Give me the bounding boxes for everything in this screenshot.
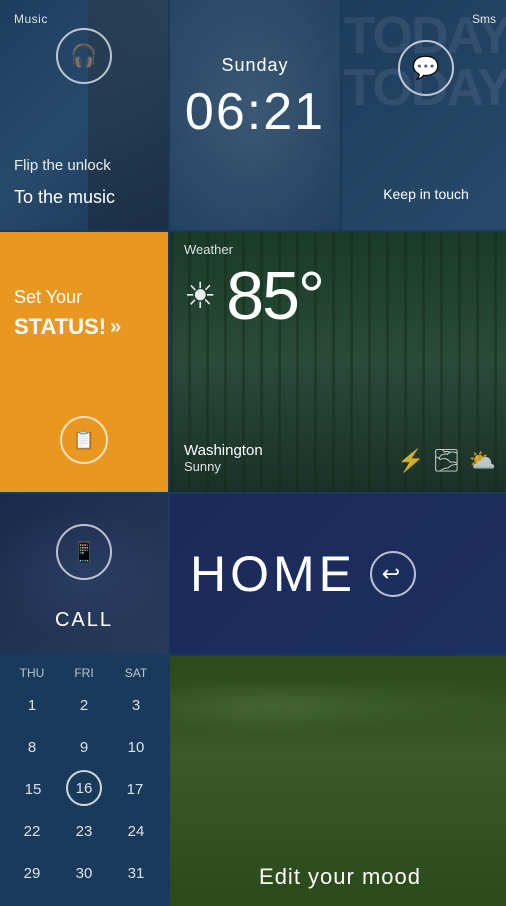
arrows-icon: »: [110, 316, 121, 339]
cal-row-1: 1 2 3: [6, 686, 162, 724]
weather-condition: Sunny: [184, 459, 263, 474]
flip-text: Flip the unlock: [14, 156, 111, 176]
col-thu: THU: [11, 666, 53, 680]
cal-cell: 10: [115, 728, 157, 766]
tile-calendar[interactable]: THU FRI SAT 1 2 3 8 9 10 15 16 17 22 23 …: [0, 656, 168, 906]
status-word: STATUS!: [14, 314, 106, 340]
sms-label: Sms: [472, 12, 496, 26]
cal-row-5: 29 30 31: [6, 854, 162, 892]
chat-icon: 💬: [412, 55, 439, 81]
cal-header: THU FRI SAT: [6, 666, 162, 680]
tile-call[interactable]: 📱 CALL: [0, 494, 168, 654]
cal-cell: 1: [11, 686, 53, 724]
to-music-text: To the music: [14, 187, 115, 208]
location-name: Washington: [184, 442, 263, 459]
home-icon-circle: ↩: [370, 551, 416, 597]
cal-row-4: 22 23 24: [6, 812, 162, 850]
nature-bg: [170, 656, 506, 756]
keep-in-touch-text: Keep in touch: [342, 186, 506, 202]
call-text: CALL: [0, 609, 168, 632]
tile-music[interactable]: Music 🎧 Flip the unlock To the music: [0, 0, 168, 230]
cal-cell: 30: [63, 854, 105, 892]
day-label: Sunday: [170, 55, 340, 76]
mood-text: Edit your mood: [170, 864, 506, 890]
main-grid: Music 🎧 Flip the unlock To the music Sun…: [0, 0, 506, 900]
col-fri: FRI: [63, 666, 105, 680]
call-icon-circle: 📱: [56, 524, 112, 580]
cal-row-3: 15 16 17: [6, 770, 162, 808]
cal-cell: 9: [63, 728, 105, 766]
phone-icon: 📱: [72, 540, 97, 565]
fog-icon: 🌫: [433, 448, 461, 474]
cal-cell: 24: [115, 812, 157, 850]
status-icon: 📋: [60, 416, 108, 464]
sms-icon: 💬: [398, 40, 454, 96]
cal-row-2: 8 9 10: [6, 728, 162, 766]
home-label: HOME: [190, 545, 356, 603]
clipboard-icon: 📋: [73, 430, 95, 451]
home-text-row: HOME ↩: [190, 545, 490, 603]
return-icon: ↩: [382, 561, 404, 587]
music-icon: 🎧: [56, 28, 112, 84]
time-label: 06:21: [170, 82, 340, 142]
status-text: STATUS! »: [14, 314, 121, 340]
temp-row: ☀ 85°: [184, 262, 496, 330]
cal-cell-today: 16: [66, 770, 102, 806]
tile-sms[interactable]: TODAYTODAY Sms 💬 Keep in touch: [342, 0, 506, 230]
cal-cell: 3: [115, 686, 157, 724]
cal-cell: 15: [12, 770, 54, 808]
cal-cell: 2: [63, 686, 105, 724]
tile-clock[interactable]: Sunday 06:21: [170, 0, 340, 230]
cal-cell: 22: [11, 812, 53, 850]
cal-cell: 29: [11, 854, 53, 892]
tile-weather[interactable]: Weather ☀ 85° Washington Sunny ⚡ 🌫 ⛅: [170, 232, 506, 492]
tile-home[interactable]: HOME ↩: [170, 494, 506, 654]
cal-cell: 17: [114, 770, 156, 808]
cal-cell: 31: [115, 854, 157, 892]
weather-icons-row: ⚡ 🌫 ⛅: [397, 448, 496, 474]
weather-label: Weather: [184, 242, 233, 257]
thunder-icon: ⚡: [397, 448, 424, 474]
music-label: Music: [14, 12, 48, 26]
location-row: Washington Sunny: [184, 442, 263, 474]
cloud-icon: ⛅: [469, 448, 496, 474]
tile-status[interactable]: Set Your STATUS! » 📋: [0, 232, 168, 492]
cal-cell: 23: [63, 812, 105, 850]
headphone-icon: 🎧: [70, 43, 97, 69]
temp-value: 85°: [226, 262, 323, 330]
sun-icon: ☀: [184, 275, 216, 317]
col-sat: SAT: [115, 666, 157, 680]
set-text: Set Your: [14, 287, 82, 308]
cal-cell: 8: [11, 728, 53, 766]
tile-mood[interactable]: Edit your mood: [170, 656, 506, 906]
